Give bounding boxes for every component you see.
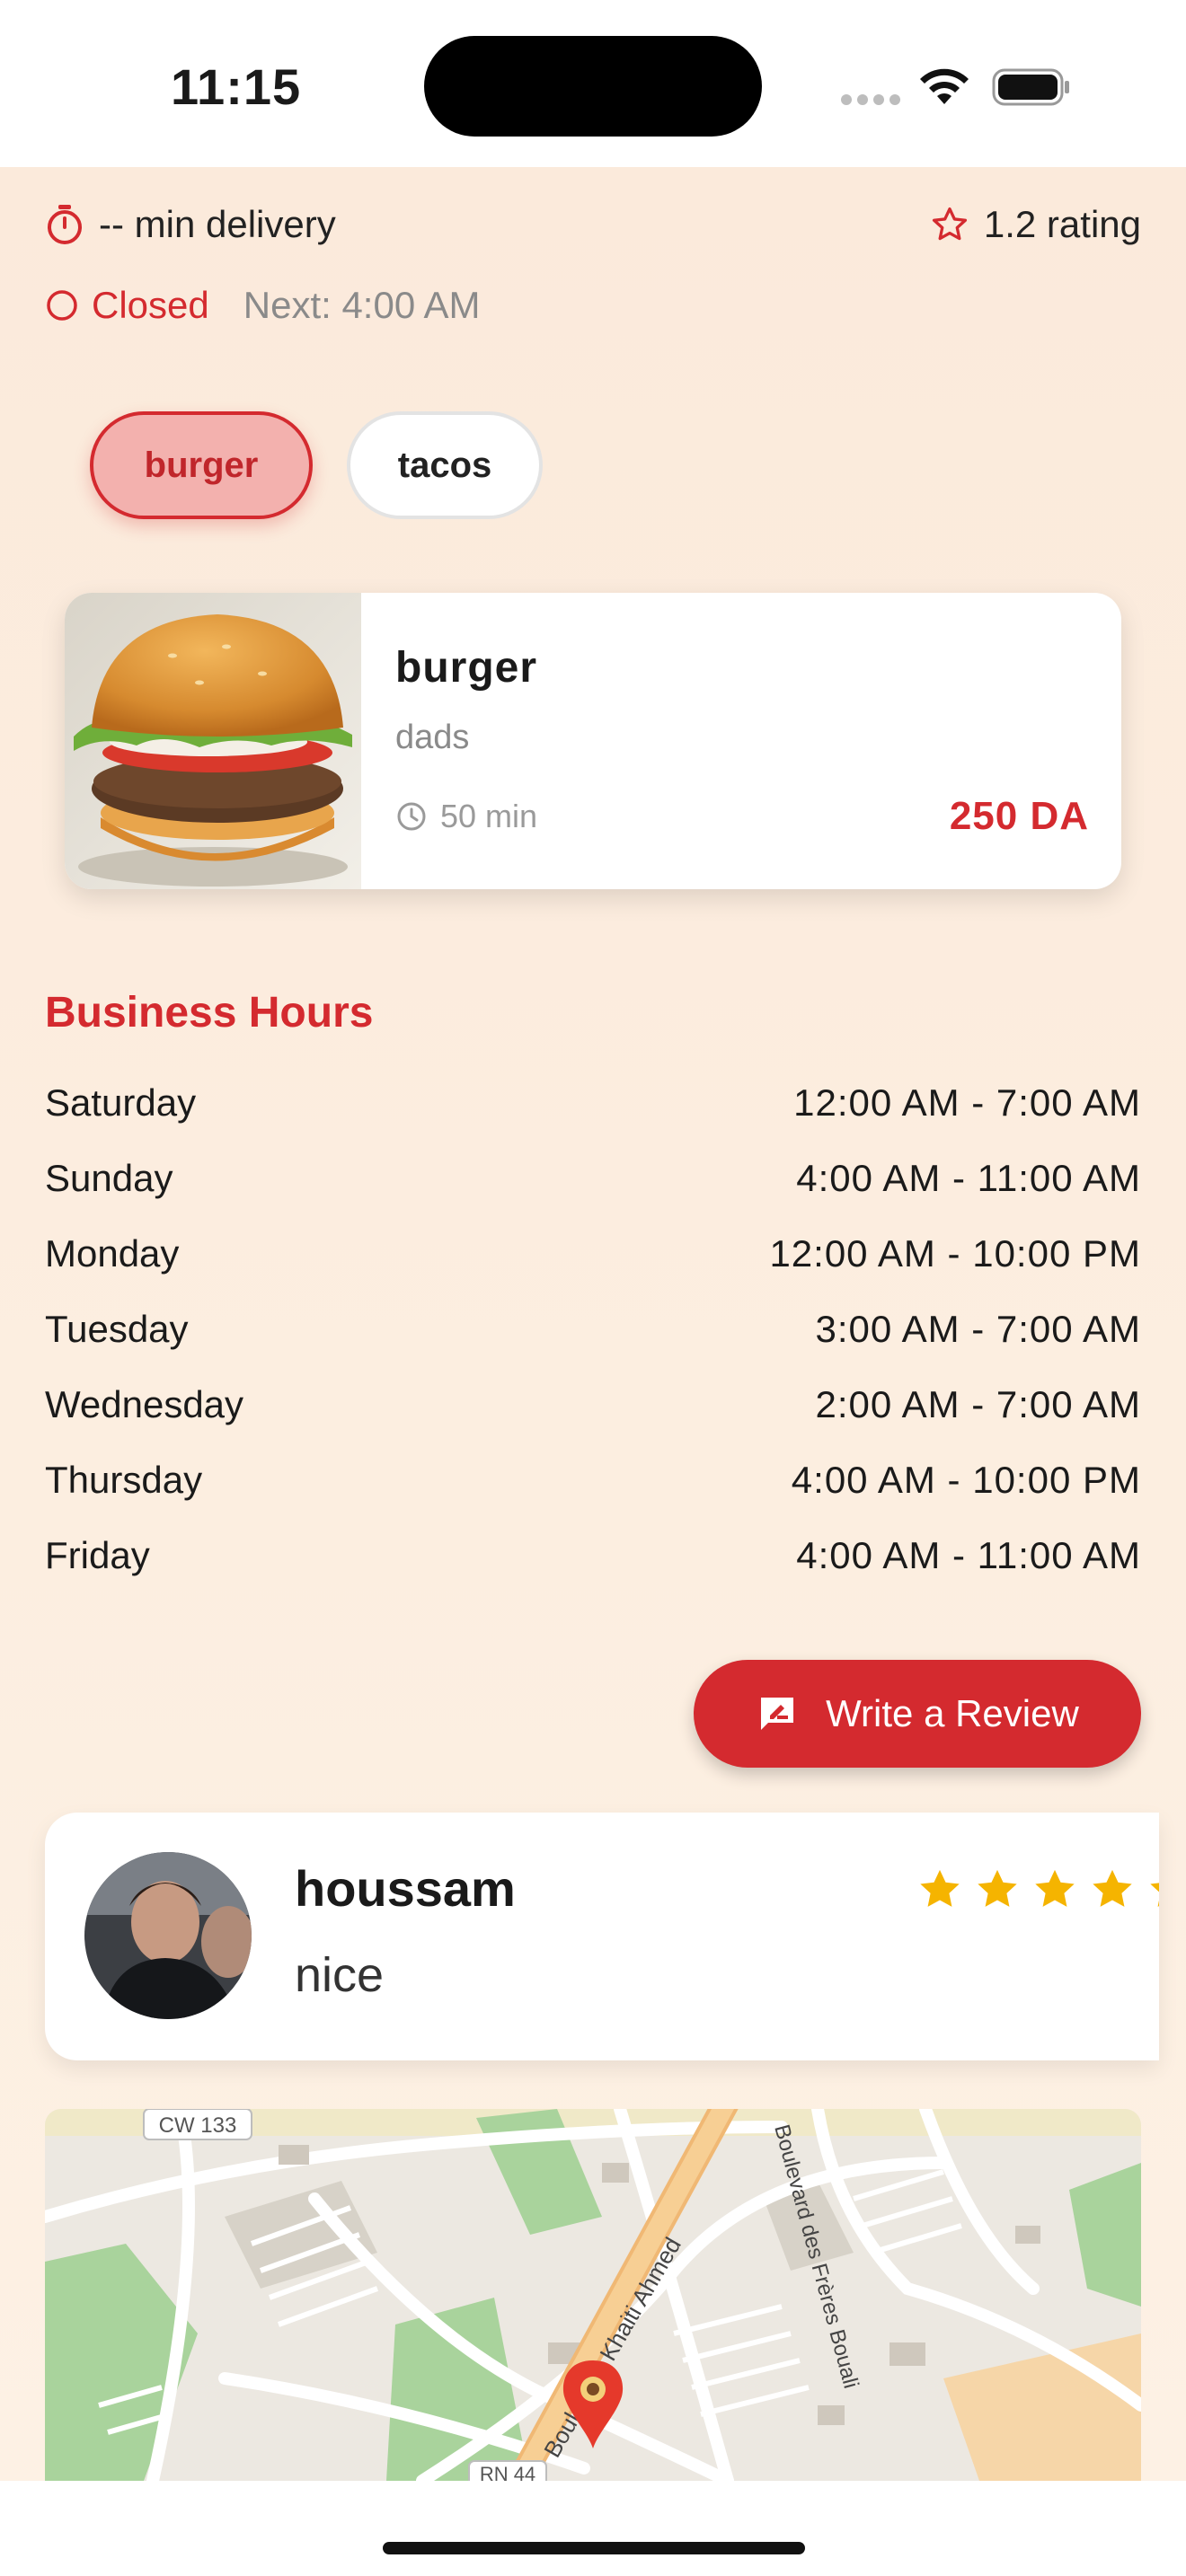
restaurant-meta: -- min delivery 1.2 rating — [45, 203, 1141, 257]
next-open-time: Next: 4:00 AM — [243, 284, 481, 326]
rate-review-icon — [761, 1698, 794, 1730]
hours-row: Monday 12:00 AM - 10:00 PM — [45, 1232, 1141, 1308]
rating-text: 1.2 rating — [983, 203, 1141, 245]
hours-row: Tuesday 3:00 AM - 7:00 AM — [45, 1308, 1141, 1383]
hours-range: 12:00 AM - 7:00 AM — [793, 1081, 1141, 1124]
menu-item-prep-time: 50 min — [395, 798, 537, 835]
status-time: 11:15 — [171, 58, 302, 115]
map-label: CW 133 — [159, 2113, 237, 2138]
dynamic-island — [424, 36, 762, 137]
restaurant-details: -- min delivery 1.2 rating Closed Next: … — [0, 167, 1186, 2481]
home-indicator[interactable] — [383, 2542, 805, 2554]
star-outline-icon — [932, 207, 967, 241]
hours-range: 12:00 AM - 10:00 PM — [769, 1232, 1141, 1275]
rating-info: 1.2 rating — [930, 203, 1141, 246]
hours-row: Friday 4:00 AM - 11:00 AM — [45, 1534, 1141, 1610]
hours-day: Friday — [45, 1534, 150, 1576]
hours-range: 4:00 AM - 10:00 PM — [791, 1459, 1141, 1501]
business-hours-list: Saturday 12:00 AM - 7:00 AM Sunday 4:00 AM… — [45, 1081, 1141, 1610]
open-status: Closed Next: 4:00 AM — [45, 284, 481, 327]
hours-day: Tuesday — [45, 1308, 189, 1350]
menu-item-price: 250 DA — [949, 794, 1089, 838]
cellular-signal-icon — [841, 93, 906, 110]
circle-outline-icon — [47, 290, 77, 321]
menu-item-card[interactable]: burger dads 50 min 250 DA — [65, 593, 1121, 889]
reviewer-name: houssam — [295, 1860, 516, 1917]
write-review-button[interactable]: Write a Review — [694, 1660, 1141, 1768]
timer-icon — [48, 205, 82, 244]
delivery-time-text: -- min delivery — [99, 203, 336, 245]
star-icon — [1093, 1869, 1132, 1907]
hours-day: Wednesday — [45, 1383, 244, 1425]
status-bar: 11:15 — [0, 0, 1186, 167]
star-icon — [1035, 1869, 1075, 1907]
business-hours-title: Business Hours — [45, 989, 374, 1037]
delivery-info: -- min delivery — [45, 203, 336, 246]
write-review-label: Write a Review — [826, 1692, 1079, 1734]
star-icon — [978, 1869, 1017, 1907]
hours-row: Sunday 4:00 AM - 11:00 AM — [45, 1157, 1141, 1232]
hours-day: Sunday — [45, 1157, 173, 1199]
hours-day: Saturday — [45, 1081, 197, 1124]
location-map[interactable]: CW 133 Boulevard Khaiti Ahmed Boulevard … — [45, 2109, 1141, 2481]
category-chip-burger[interactable]: burger — [90, 411, 313, 519]
map-label: RN 44 — [480, 2463, 535, 2481]
battery-icon — [992, 68, 1069, 106]
hours-row: Wednesday 2:00 AM - 7:00 AM — [45, 1383, 1141, 1459]
status-closed-label: Closed — [92, 284, 209, 326]
hours-row: Thursday 4:00 AM - 10:00 PM — [45, 1459, 1141, 1534]
hours-day: Monday — [45, 1232, 180, 1275]
star-icon — [1150, 1883, 1159, 1907]
hours-range: 3:00 AM - 7:00 AM — [815, 1308, 1141, 1350]
hours-range: 4:00 AM - 11:00 AM — [796, 1534, 1141, 1576]
menu-item-title: burger — [395, 644, 538, 692]
hours-range: 2:00 AM - 7:00 AM — [815, 1383, 1141, 1425]
clock-icon — [397, 802, 426, 831]
menu-item-description: dads — [395, 719, 470, 756]
home-indicator-area — [0, 2481, 1186, 2576]
category-chip-tacos[interactable]: tacos — [347, 411, 543, 519]
hours-range: 4:00 AM - 11:00 AM — [796, 1157, 1141, 1199]
category-chips: burger tacos — [90, 411, 543, 519]
hours-day: Thursday — [45, 1459, 203, 1501]
review-text: nice — [295, 1948, 385, 2002]
burger-image — [65, 593, 361, 889]
star-icon — [920, 1869, 960, 1907]
prep-time-text: 50 min — [440, 798, 538, 834]
wifi-icon — [920, 68, 969, 104]
review-rating — [916, 1866, 1159, 1913]
hours-row: Saturday 12:00 AM - 7:00 AM — [45, 1081, 1141, 1157]
avatar — [84, 1852, 252, 2019]
review-card: houssam nice — [45, 1813, 1159, 2060]
